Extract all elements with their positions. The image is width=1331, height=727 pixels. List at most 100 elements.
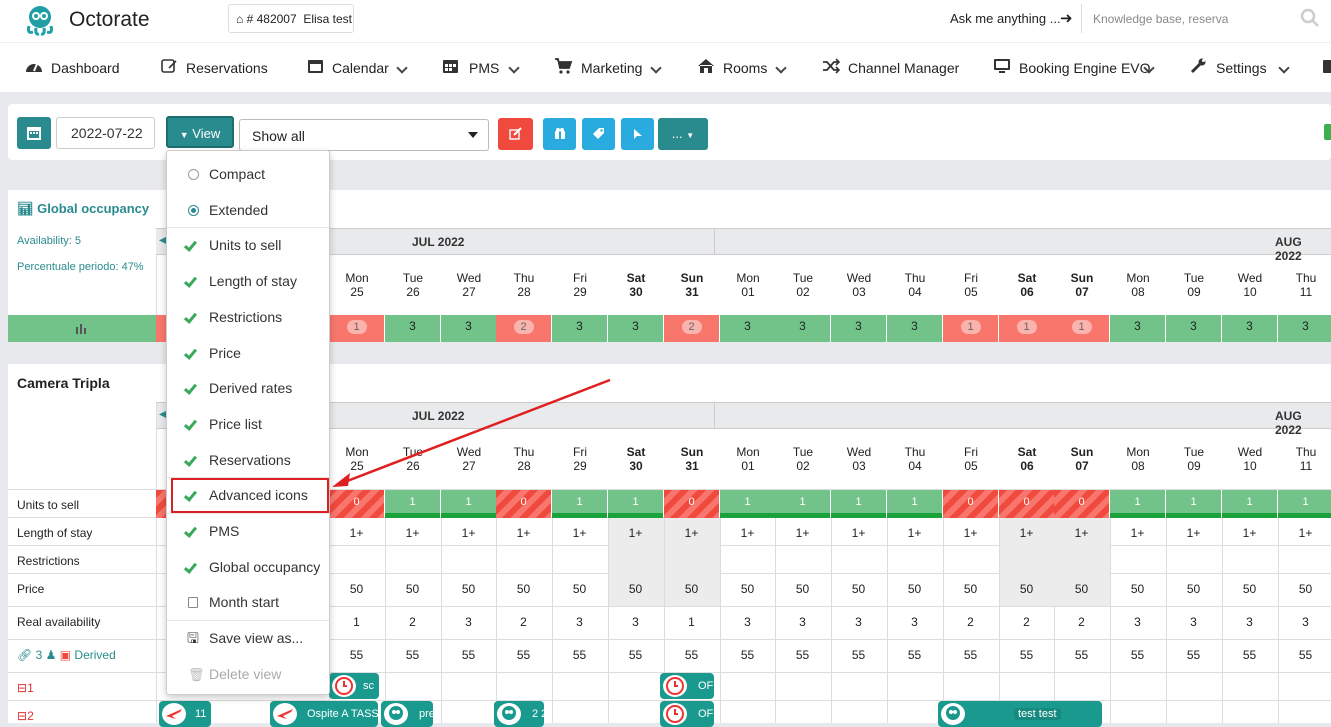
real-cell[interactable]: 2 (943, 615, 998, 629)
real-cell[interactable]: 3 (1110, 615, 1165, 629)
derived_vals-cell[interactable]: 55 (1278, 648, 1331, 662)
day-header[interactable]: Tue 02 (775, 271, 831, 299)
units-to-sell-cell[interactable]: 1 (1110, 490, 1165, 518)
radio-icon[interactable] (188, 169, 199, 180)
occupancy-cell[interactable]: 3 (1278, 315, 1331, 342)
occupancy-cell[interactable]: 1 (999, 315, 1054, 342)
occupancy-cell[interactable]: 2 (496, 315, 551, 342)
booking-bar[interactable]: Ospite A TASSA (270, 701, 378, 727)
day-header[interactable]: Thu 11 (1278, 271, 1331, 299)
los-cell[interactable]: 1+ (496, 526, 551, 540)
los-cell[interactable]: 1+ (608, 526, 663, 540)
los-cell[interactable]: 1+ (1166, 526, 1221, 540)
day-header[interactable]: Wed 03 (831, 271, 887, 299)
price-cell[interactable]: 50 (1110, 582, 1165, 596)
occupancy-cell[interactable]: 3 (775, 315, 830, 342)
derived_vals-cell[interactable]: 55 (1222, 648, 1277, 662)
real-cell[interactable]: 1 (329, 615, 384, 629)
derived_vals-cell[interactable]: 55 (775, 648, 830, 662)
booking-bar[interactable]: OF (660, 701, 714, 727)
day-header[interactable]: Wed 03 (831, 445, 887, 473)
price-cell[interactable]: 50 (1278, 582, 1331, 596)
derived_vals-cell[interactable]: 55 (1110, 648, 1165, 662)
price-cell[interactable]: 50 (385, 582, 440, 596)
day-header[interactable]: Thu 11 (1278, 445, 1331, 473)
price-cell[interactable]: 50 (552, 582, 607, 596)
row-label-derived[interactable]: 🔗︎ 3 ♟ ▣ Derived (17, 648, 116, 662)
tag-button[interactable] (582, 118, 615, 150)
booking-bar[interactable]: 11 (159, 701, 211, 727)
los-cell[interactable]: 1+ (1054, 526, 1109, 540)
units-to-sell-cell[interactable]: 0 (664, 490, 719, 518)
occupancy-cell[interactable]: 3 (887, 315, 942, 342)
day-header[interactable]: Fri 29 (552, 271, 608, 299)
day-header[interactable]: Sat 06 (999, 271, 1055, 299)
real-cell[interactable]: 2 (999, 615, 1054, 629)
derived_vals-cell[interactable]: 55 (999, 648, 1054, 662)
real-cell[interactable]: 3 (441, 615, 496, 629)
edit-button[interactable] (498, 118, 533, 150)
day-header[interactable]: Tue 02 (775, 445, 831, 473)
occupancy-cell[interactable]: 3 (1166, 315, 1221, 342)
los-cell[interactable]: 1+ (887, 526, 942, 540)
price-cell[interactable]: 50 (664, 582, 719, 596)
day-header[interactable]: Tue 26 (385, 271, 441, 299)
more-actions-button[interactable]: ... ▼ (658, 118, 708, 150)
day-header[interactable]: Sat 30 (608, 271, 664, 299)
price-cell[interactable]: 50 (999, 582, 1054, 596)
derived_vals-cell[interactable]: 55 (664, 648, 719, 662)
price-cell[interactable]: 50 (887, 582, 942, 596)
price-cell[interactable]: 50 (1222, 582, 1277, 596)
ask-me-anything[interactable]: Ask me anything ... (950, 11, 1061, 26)
price-cell[interactable]: 50 (720, 582, 775, 596)
status-indicator[interactable] (1324, 124, 1331, 140)
day-header[interactable]: Fri 05 (943, 445, 999, 473)
units-to-sell-cell[interactable]: 1 (775, 490, 830, 518)
occupancy-cell[interactable]: 3 (608, 315, 663, 342)
view-menu-item[interactable]: PMS (167, 514, 329, 549)
derived_vals-cell[interactable]: 55 (1054, 648, 1109, 662)
day-header[interactable]: Mon 25 (329, 271, 385, 299)
occupancy-cell[interactable]: 3 (1222, 315, 1277, 342)
derived_vals-cell[interactable]: 55 (496, 648, 551, 662)
day-header[interactable]: Mon 01 (720, 271, 776, 299)
view-menu-item[interactable]: Month start (167, 585, 329, 620)
day-header[interactable]: Wed 10 (1222, 445, 1278, 473)
checkbox-icon[interactable] (188, 597, 198, 609)
nav-calendar[interactable]: Calendar (332, 60, 389, 76)
real-cell[interactable]: 3 (831, 615, 886, 629)
knowledge-base-search-input[interactable]: Knowledge base, reserva (1081, 4, 1331, 33)
booking-bar[interactable]: test test (938, 701, 1102, 727)
los-cell[interactable]: 1+ (385, 526, 440, 540)
units-to-sell-cell[interactable]: 0 (943, 490, 998, 518)
derived_vals-cell[interactable]: 55 (385, 648, 440, 662)
view-menu-item[interactable]: Derived rates (167, 371, 329, 406)
occupancy-cell[interactable]: 1 (329, 315, 384, 342)
search-icon[interactable] (1300, 8, 1320, 28)
row-label-unit-1[interactable]: ⊟1 (17, 681, 34, 695)
occupancy-cell[interactable]: 3 (441, 315, 496, 342)
real-cell[interactable]: 3 (775, 615, 830, 629)
los-cell[interactable]: 1+ (775, 526, 830, 540)
nav-reservations[interactable]: Reservations (186, 60, 268, 76)
room-name[interactable]: Camera Tripla (17, 375, 110, 391)
view-menu-item[interactable]: Reservations (167, 443, 329, 478)
los-cell[interactable]: 1+ (1222, 526, 1277, 540)
los-cell[interactable]: 1+ (1110, 526, 1165, 540)
los-cell[interactable]: 1+ (720, 526, 775, 540)
units-to-sell-cell[interactable]: 1 (720, 490, 775, 518)
booking-bar[interactable]: 2 2 (494, 701, 544, 727)
day-header[interactable]: Sat 06 (999, 445, 1055, 473)
nav-pms[interactable]: PMS (469, 60, 499, 76)
view-menu-item[interactable]: Restrictions (167, 300, 329, 335)
nav-rooms[interactable]: Rooms (723, 60, 767, 76)
view-menu-item[interactable]: Price list (167, 407, 329, 442)
date-picker-button[interactable] (17, 117, 51, 149)
nav-settings[interactable]: Settings (1216, 60, 1267, 76)
view-menu-item[interactable]: Extended (167, 193, 329, 228)
price-cell[interactable]: 50 (775, 582, 830, 596)
occupancy-cell[interactable]: 3 (385, 315, 440, 342)
day-header[interactable]: Sun 07 (1054, 271, 1110, 299)
day-header[interactable]: Mon 01 (720, 445, 776, 473)
chevron-down-icon[interactable] (650, 62, 662, 74)
